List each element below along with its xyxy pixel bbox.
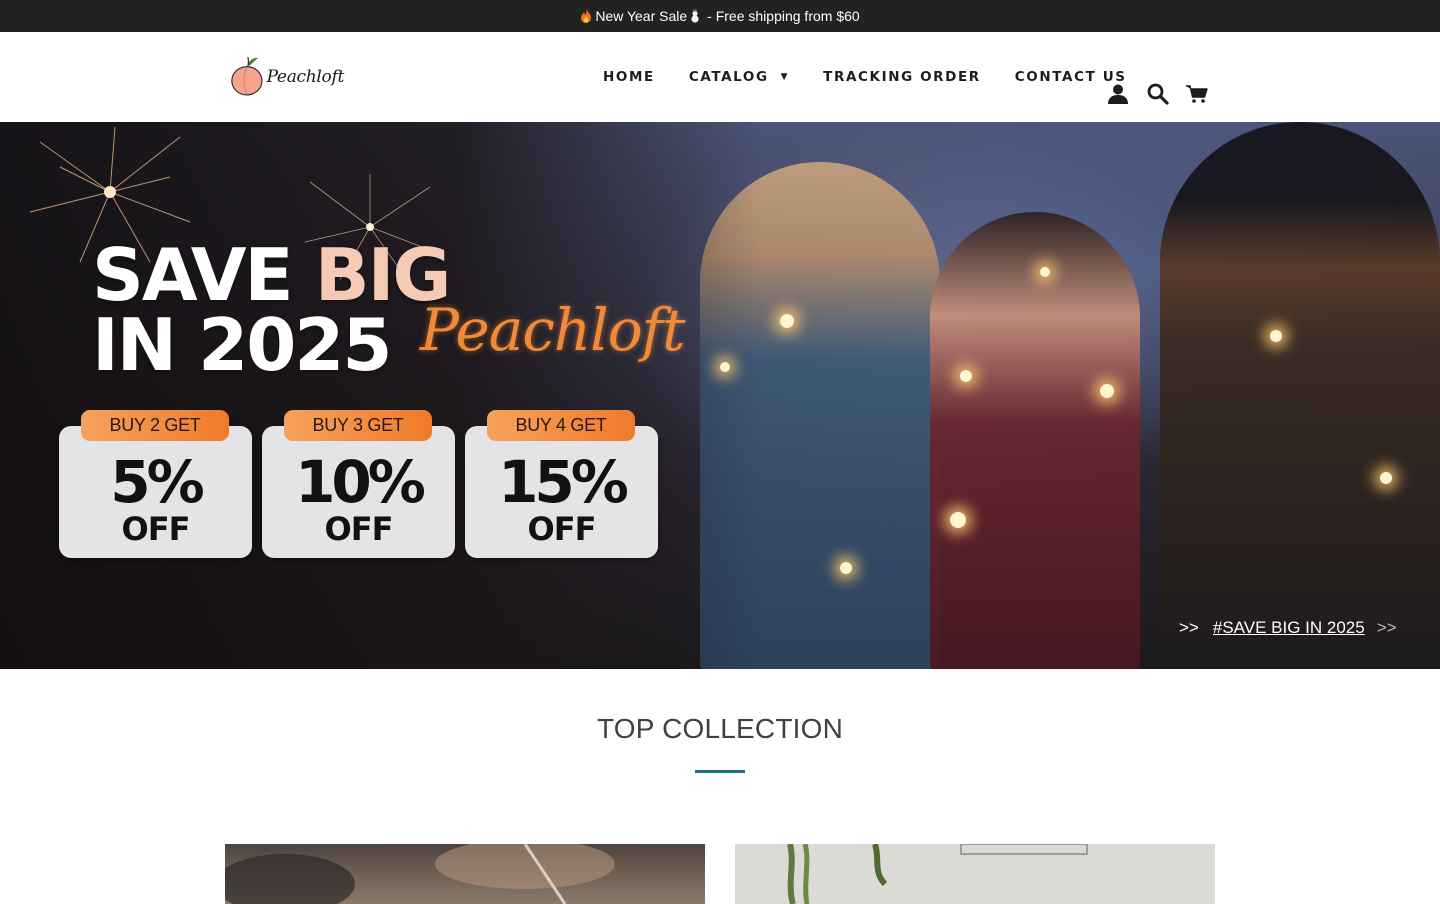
deal-card: BUY 2 GET 5% OFF [59, 410, 252, 558]
deal-off: OFF [121, 510, 191, 548]
deal-card: BUY 3 GET 10% OFF [262, 410, 455, 558]
hero-banner[interactable]: SAVE BIG IN 2025 Peachloft BUY 2 GET 5% … [0, 122, 1440, 669]
collection-card[interactable] [225, 844, 705, 904]
account-icon[interactable] [1106, 82, 1130, 106]
collection-image [787, 844, 1088, 904]
peach-logo-icon [231, 57, 263, 96]
snowman-icon [689, 8, 701, 23]
nav-tracking-order[interactable]: TRACKING ORDER [806, 69, 998, 85]
hero-link[interactable]: #SAVE BIG IN 2025 [1213, 618, 1365, 637]
collection-card[interactable] [735, 844, 1215, 904]
sparkler-light [780, 314, 794, 328]
hero-cta: >> #SAVE BIG IN 2025 >> [1179, 618, 1397, 638]
collection-image [225, 844, 615, 904]
deal-tag: BUY 2 GET [81, 410, 229, 441]
logo[interactable]: Peachloft [229, 53, 344, 101]
nav-home[interactable]: HOME [586, 69, 672, 85]
deal-off: OFF [324, 510, 394, 548]
flame-icon [580, 9, 592, 23]
deal-percent: 10% [295, 448, 426, 516]
sparkler-light [1270, 330, 1282, 342]
nav-tracking-label: TRACKING ORDER [823, 69, 981, 85]
hero-link-prefix: >> [1179, 618, 1199, 637]
sparkler-light [840, 562, 852, 574]
sparkler-light [1380, 472, 1392, 484]
hero-headline: SAVE BIG IN 2025 [92, 239, 451, 387]
deal-tag: BUY 4 GET [487, 410, 635, 441]
deal-card: BUY 4 GET 15% OFF [465, 410, 658, 558]
hero-script-logo: Peachloft [420, 296, 685, 364]
sparkler-light [1040, 267, 1050, 277]
announcement-sale-text: New Year Sale [595, 8, 688, 24]
section-title: TOP COLLECTION [596, 713, 844, 744]
title-divider [695, 770, 745, 773]
main-nav: HOME CATALOG ▼ TRACKING ORDER CONTACT US [586, 32, 1144, 122]
announcement-bar: New Year Sale - Free shipping from $60 [0, 0, 1440, 32]
announcement-shipping-text: - Free shipping from $60 [707, 8, 860, 24]
sparkler-light [960, 370, 972, 382]
nav-home-label: HOME [603, 69, 655, 85]
hero-link-suffix: >> [1376, 618, 1397, 637]
deal-percent: 5% [110, 448, 204, 516]
sparkler-light [950, 512, 966, 528]
cart-icon[interactable] [1185, 82, 1209, 106]
sparkler-light [720, 362, 730, 372]
person-3-figure [1160, 122, 1440, 669]
deal-percent: 15% [498, 448, 629, 516]
sparkler-light [1100, 384, 1114, 398]
deal-off: OFF [527, 510, 597, 548]
site-header: Peachloft HOME CATALOG ▼ TRACKING ORDER … [0, 32, 1440, 122]
headline-year: IN 2025 [92, 303, 393, 387]
nav-catalog-label: CATALOG [688, 69, 769, 85]
logo-text: Peachloft [266, 67, 345, 87]
search-icon[interactable] [1146, 82, 1170, 106]
nav-catalog[interactable]: CATALOG ▼ [672, 69, 806, 85]
caret-down-icon: ▼ [780, 72, 790, 82]
deal-tag: BUY 3 GET [284, 410, 432, 441]
person-2-figure [930, 212, 1140, 669]
